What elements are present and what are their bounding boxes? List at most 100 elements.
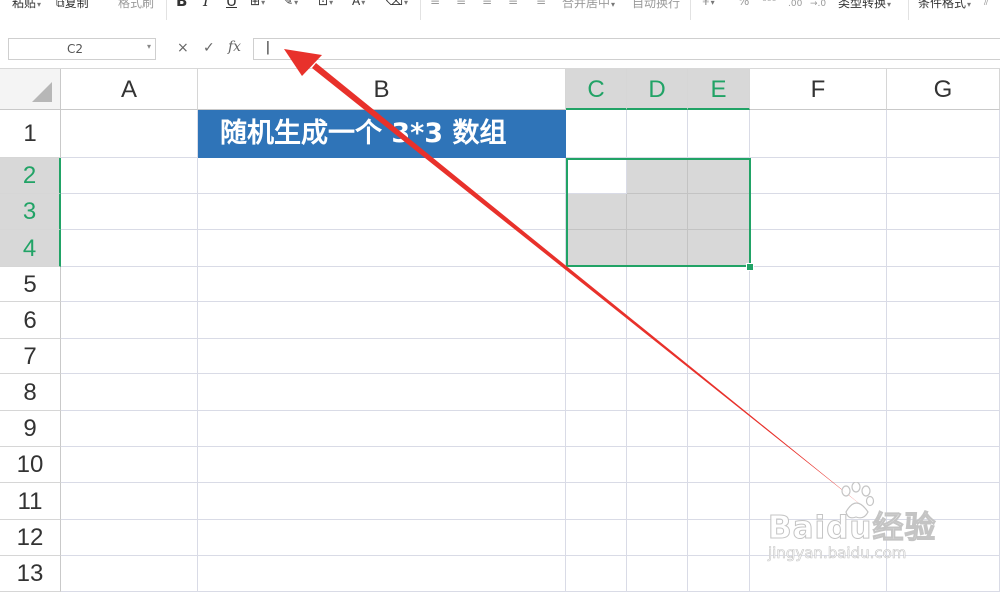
cell-B1[interactable]: 随机生成一个 3*3 数组 xyxy=(198,110,566,158)
row-header-8[interactable]: 8 xyxy=(0,374,61,411)
clear-button[interactable]: ⌫▾ xyxy=(386,0,408,10)
cell-C8[interactable] xyxy=(566,374,627,411)
cell-E8[interactable] xyxy=(688,374,750,411)
cell-A2[interactable] xyxy=(61,158,198,194)
cell-D10[interactable] xyxy=(627,447,688,483)
cell-F11[interactable] xyxy=(750,483,887,520)
cell-G12[interactable] xyxy=(887,520,1000,556)
italic-button[interactable]: I xyxy=(203,0,209,10)
cell-E1[interactable] xyxy=(688,110,750,158)
row-header-11[interactable]: 11 xyxy=(0,483,61,520)
cell-G13[interactable] xyxy=(887,556,1000,592)
cell-B5[interactable] xyxy=(198,267,566,302)
paste-button[interactable]: 粘贴▾ xyxy=(12,0,41,10)
cell-D1[interactable] xyxy=(627,110,688,158)
insert-function-icon[interactable]: fx xyxy=(228,39,241,55)
cell-F12[interactable] xyxy=(750,520,887,556)
cell-C1[interactable] xyxy=(566,110,627,158)
cell-A13[interactable] xyxy=(61,556,198,592)
decrease-decimal-button[interactable]: →.0 xyxy=(810,0,826,15)
row-header-4[interactable]: 4 xyxy=(0,230,61,267)
cell-C12[interactable] xyxy=(566,520,627,556)
cell-F7[interactable] xyxy=(750,339,887,374)
copy-button[interactable]: ⧉复制 xyxy=(56,0,89,10)
fill-handle[interactable] xyxy=(746,263,754,271)
cell-E5[interactable] xyxy=(688,267,750,302)
cell-D6[interactable] xyxy=(627,302,688,339)
cell-B3[interactable] xyxy=(198,194,566,230)
row-header-2[interactable]: 2 xyxy=(0,158,61,194)
cell-E12[interactable] xyxy=(688,520,750,556)
cell-B6[interactable] xyxy=(198,302,566,339)
cell-F1[interactable] xyxy=(750,110,887,158)
more-options-icon[interactable]: ⫽ xyxy=(984,0,989,10)
cell-B2[interactable] xyxy=(198,158,566,194)
cell-C9[interactable] xyxy=(566,411,627,447)
cell-D7[interactable] xyxy=(627,339,688,374)
percent-button[interactable]: % xyxy=(738,0,749,10)
cell-G1[interactable] xyxy=(887,110,1000,158)
cell-A8[interactable] xyxy=(61,374,198,411)
cell-A7[interactable] xyxy=(61,339,198,374)
cell-E10[interactable] xyxy=(688,447,750,483)
cell-E6[interactable] xyxy=(688,302,750,339)
cell-C13[interactable] xyxy=(566,556,627,592)
cell-G2[interactable] xyxy=(887,158,1000,194)
column-header-E[interactable]: E xyxy=(688,69,750,110)
cell-G9[interactable] xyxy=(887,411,1000,447)
column-header-G[interactable]: G xyxy=(887,69,1000,110)
column-header-A[interactable]: A xyxy=(61,69,198,110)
cell-F3[interactable] xyxy=(750,194,887,230)
cancel-icon[interactable]: × xyxy=(177,40,189,56)
cell-D5[interactable] xyxy=(627,267,688,302)
conditional-format-button[interactable]: 条件格式▾ xyxy=(918,0,971,10)
cell-G3[interactable] xyxy=(887,194,1000,230)
cell-G4[interactable] xyxy=(887,230,1000,267)
cell-F9[interactable] xyxy=(750,411,887,447)
merge-center-button[interactable]: 合并居中▾ xyxy=(562,0,615,10)
cell-B4[interactable] xyxy=(198,230,566,267)
cell-E9[interactable] xyxy=(688,411,750,447)
cell-G11[interactable] xyxy=(887,483,1000,520)
cell-A4[interactable] xyxy=(61,230,198,267)
cell-C11[interactable] xyxy=(566,483,627,520)
justify-button[interactable]: ≡ xyxy=(508,0,518,10)
column-header-B[interactable]: B xyxy=(198,69,566,110)
name-box[interactable]: C2 ▾ xyxy=(8,38,156,60)
font-color-button[interactable]: A▾ xyxy=(352,0,365,10)
column-header-D[interactable]: D xyxy=(627,69,688,110)
cell-F10[interactable] xyxy=(750,447,887,483)
cell-F8[interactable] xyxy=(750,374,887,411)
chevron-down-icon[interactable]: ▾ xyxy=(147,42,151,51)
confirm-icon[interactable]: ✓ xyxy=(203,40,215,56)
row-header-10[interactable]: 10 xyxy=(0,447,61,483)
column-header-C[interactable]: C xyxy=(566,69,627,110)
row-header-3[interactable]: 3 xyxy=(0,194,61,230)
underline-button[interactable]: U xyxy=(226,0,237,10)
border-button[interactable]: ⊞▾ xyxy=(250,0,265,10)
cell-D13[interactable] xyxy=(627,556,688,592)
formula-bar-input[interactable]: | xyxy=(253,38,1000,60)
cell-F13[interactable] xyxy=(750,556,887,592)
type-convert-button[interactable]: 类型转换▾ xyxy=(838,0,891,10)
cell-A5[interactable] xyxy=(61,267,198,302)
cell-E11[interactable] xyxy=(688,483,750,520)
cell-G7[interactable] xyxy=(887,339,1000,374)
cell-F2[interactable] xyxy=(750,158,887,194)
cell-D9[interactable] xyxy=(627,411,688,447)
cell-F5[interactable] xyxy=(750,267,887,302)
cell-A10[interactable] xyxy=(61,447,198,483)
cell-G5[interactable] xyxy=(887,267,1000,302)
cell-B12[interactable] xyxy=(198,520,566,556)
row-header-1[interactable]: 1 xyxy=(0,110,61,158)
row-header-5[interactable]: 5 xyxy=(0,267,61,302)
align-left-button[interactable]: ≡ xyxy=(430,0,440,10)
row-header-6[interactable]: 6 xyxy=(0,302,61,339)
cell-G6[interactable] xyxy=(887,302,1000,339)
row-header-9[interactable]: 9 xyxy=(0,411,61,447)
column-header-F[interactable]: F xyxy=(750,69,887,110)
cell-D8[interactable] xyxy=(627,374,688,411)
cell-A9[interactable] xyxy=(61,411,198,447)
fill-color-button[interactable]: ✎▾ xyxy=(283,0,298,10)
cell-C5[interactable] xyxy=(566,267,627,302)
